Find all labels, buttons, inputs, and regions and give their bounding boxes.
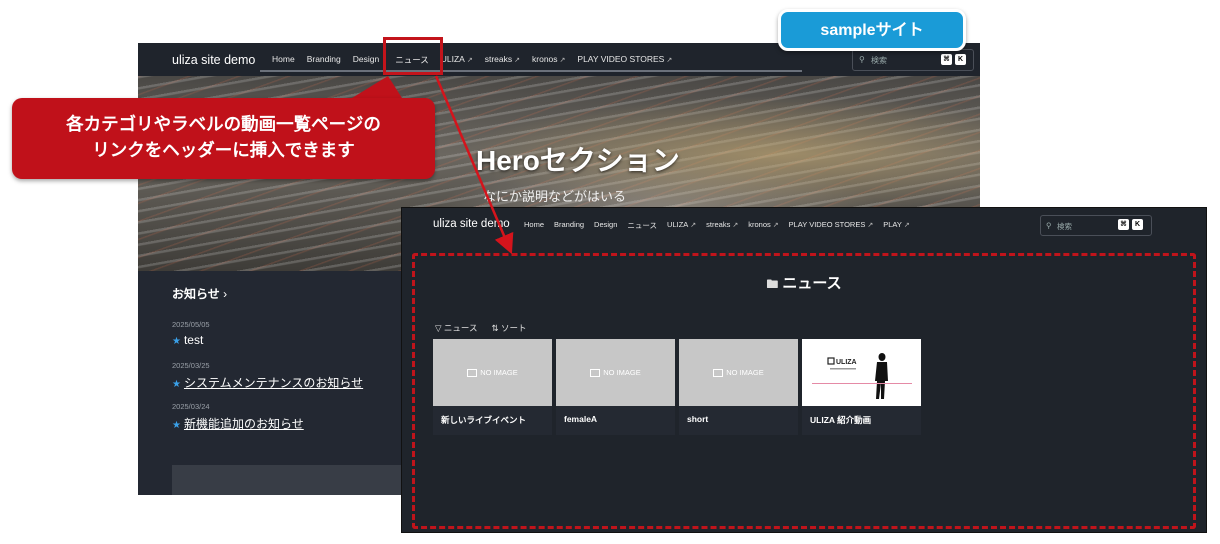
annotation-callout: 各カテゴリやラベルの動画一覧ページの リンクをヘッダーに挿入できます <box>12 98 435 179</box>
folder-icon: 🖿 <box>766 277 779 291</box>
nav-kronos[interactable]: kronos <box>526 54 571 66</box>
callout-line-2: リンクをヘッダーに挿入できます <box>92 140 355 160</box>
no-image-label: NO IMAGE <box>480 368 518 377</box>
nav-play-video-stores[interactable]: PLAY VIDEO STORES <box>784 220 879 231</box>
news-date: 2025/03/25 <box>172 361 210 370</box>
filter-icon: ▽ <box>435 323 442 333</box>
filter-label: ニュース <box>443 323 478 333</box>
kbd-cmd: ⌘ <box>941 54 952 65</box>
image-icon <box>467 368 478 377</box>
video-title: ULIZA 紹介動画 <box>810 415 872 425</box>
news-item-title: 新機能追加のお知らせ <box>183 417 304 431</box>
no-image-label: NO IMAGE <box>726 368 764 377</box>
hero-title: Heroセクション <box>476 145 680 176</box>
sort-button[interactable]: ⇅ ソート <box>492 322 527 334</box>
filter-button[interactable]: ▽ ニュース <box>435 322 478 334</box>
star-icon: ★ <box>172 336 181 347</box>
search-placeholder: 検索 <box>1057 222 1072 231</box>
nav-play-video-stores[interactable]: PLAY VIDEO STORES <box>571 54 678 66</box>
kbd-k: K <box>955 54 966 65</box>
front-brand-logo[interactable]: uliza site demo <box>433 218 510 230</box>
nav-kronos[interactable]: kronos <box>743 220 783 231</box>
star-icon: ★ <box>172 420 181 431</box>
nav-streaks[interactable]: streaks <box>701 220 743 231</box>
news-heading-label: お知らせ <box>172 287 220 301</box>
front-screenshot: uliza site demo Home Branding Design ニュー… <box>401 207 1207 533</box>
nav-play[interactable]: PLAY <box>878 220 915 231</box>
nav-streaks[interactable]: streaks <box>479 54 526 66</box>
search-icon: ⚲ <box>859 55 865 64</box>
news-item-title: システムメンテナンスのお知らせ <box>183 376 364 390</box>
page-title-text: ニュース <box>782 275 842 292</box>
video-card[interactable]: NO IMAGE femaleA <box>556 339 675 435</box>
back-nav-links: Home Branding Design ニュース ULIZA streaks … <box>266 54 678 66</box>
sort-label: ソート <box>501 323 527 333</box>
back-search-input[interactable]: ⚲ 検索 ⌘ K <box>852 49 974 71</box>
back-brand-logo[interactable]: uliza site demo <box>172 53 255 67</box>
page-title: 🖿 ニュース <box>402 272 1206 296</box>
video-title: 新しいライブイベント <box>441 415 527 425</box>
nav-home[interactable]: Home <box>266 54 301 66</box>
nav-branding[interactable]: Branding <box>549 220 589 231</box>
video-card[interactable]: NO IMAGE 新しいライブイベント <box>433 339 552 435</box>
front-nav-links: Home Branding Design ニュース ULIZA streaks … <box>519 220 915 231</box>
video-card[interactable]: NO IMAGE short <box>679 339 798 435</box>
image-icon <box>590 368 601 377</box>
nav-news[interactable]: ニュース <box>622 220 662 231</box>
filter-bar: ▽ ニュース ⇅ ソート <box>435 322 527 334</box>
nav-branding[interactable]: Branding <box>301 54 347 66</box>
video-thumbnail: NO IMAGE <box>556 339 675 406</box>
nav-design[interactable]: Design <box>589 220 622 231</box>
video-card[interactable]: ULIZA ULIZA 紹介動画 <box>802 339 921 435</box>
news-item[interactable]: ★ 新機能追加のお知らせ <box>172 415 304 432</box>
callout-line-1: 各カテゴリやラベルの動画一覧ページの <box>66 114 381 134</box>
news-item-title: test <box>183 333 204 347</box>
video-thumbnail: NO IMAGE <box>433 339 552 406</box>
news-heading[interactable]: お知らせ › <box>172 285 227 302</box>
video-thumbnail: NO IMAGE <box>679 339 798 406</box>
back-content-panel <box>172 465 402 495</box>
nav-home[interactable]: Home <box>519 220 549 231</box>
video-thumbnail: ULIZA <box>802 339 921 406</box>
nav-design[interactable]: Design <box>347 54 385 66</box>
search-icon: ⚲ <box>1046 221 1052 230</box>
kbd-cmd: ⌘ <box>1118 219 1129 230</box>
chevron-right-icon: › <box>223 287 228 301</box>
news-item[interactable]: ★ システムメンテナンスのお知らせ <box>172 374 363 391</box>
nav-uliza[interactable]: ULIZA <box>662 220 701 231</box>
nav-highlight-box <box>383 37 443 75</box>
news-date: 2025/05/05 <box>172 320 210 329</box>
video-title: short <box>687 414 709 424</box>
hero-subtitle: なにか説明などがはいる <box>483 189 627 204</box>
search-placeholder: 検索 <box>871 56 887 65</box>
news-item[interactable]: ★ test <box>172 333 203 347</box>
nav-underline <box>260 70 802 72</box>
news-date: 2025/03/24 <box>172 402 210 411</box>
image-icon <box>713 368 724 377</box>
star-icon: ★ <box>172 379 181 390</box>
uliza-logo-text: ULIZA <box>836 359 857 366</box>
front-search-input[interactable]: ⚲ 検索 ⌘ K <box>1040 215 1152 236</box>
sort-icon: ⇅ <box>491 323 499 333</box>
no-image-label: NO IMAGE <box>603 368 641 377</box>
video-title: femaleA <box>564 414 598 424</box>
kbd-k: K <box>1132 219 1143 230</box>
uliza-promo-image: ULIZA <box>802 339 921 406</box>
front-header: uliza site demo Home Branding Design ニュー… <box>402 208 1206 241</box>
sample-site-badge: sampleサイト <box>778 9 966 51</box>
